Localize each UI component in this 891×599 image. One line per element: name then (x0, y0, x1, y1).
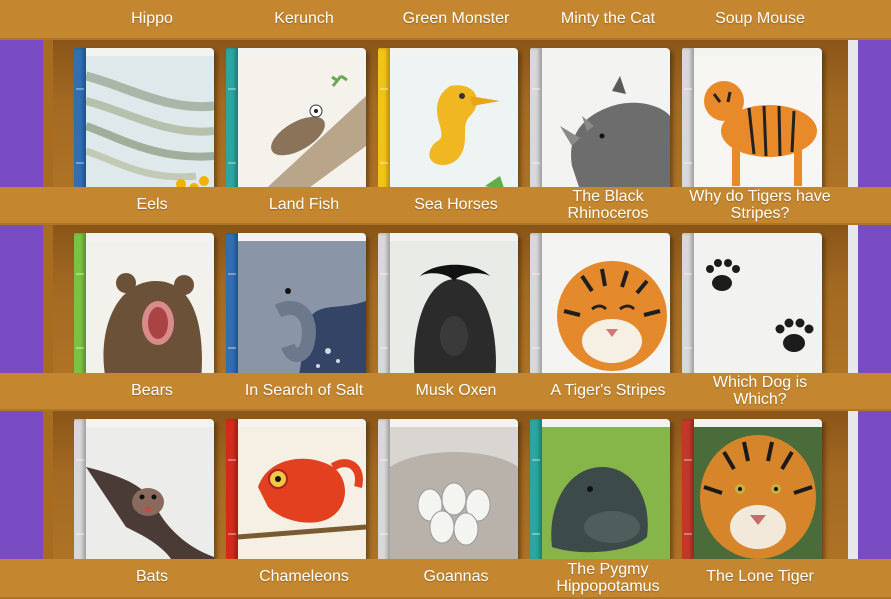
book-musk-oxen[interactable] (378, 233, 518, 381)
paw-prints-illustration (694, 241, 822, 381)
mudskipper-illustration (238, 56, 366, 196)
book-why-tigers-stripes[interactable] (682, 48, 822, 196)
eels-illustration (86, 56, 214, 196)
book-spine (682, 419, 694, 567)
book-title-musk-oxen[interactable]: Musk Oxen (381, 382, 531, 399)
shelf-row-1-label-bar: Eels Land Fish Sea Horses The Black Rhin… (0, 187, 891, 225)
book-spine (378, 419, 390, 567)
pygmy-hippo-illustration (542, 427, 670, 567)
book-spine (682, 48, 694, 196)
book-spine (682, 233, 694, 381)
goanna-eggs-illustration (390, 427, 518, 567)
book-title-in-search-of-salt[interactable]: In Search of Salt (229, 382, 379, 399)
chameleon-illustration (238, 427, 366, 567)
book-spine (378, 48, 390, 196)
shelf-row-3-label-bar: Bats Chameleons Goannas The Pygmy Hippop… (0, 559, 891, 599)
top-label-kerunch[interactable]: Kerunch (229, 10, 379, 27)
book-title-land-fish[interactable]: Land Fish (229, 196, 379, 213)
book-land-fish[interactable] (226, 48, 366, 196)
book-title-a-tigers-stripes[interactable]: A Tiger's Stripes (533, 382, 683, 399)
book-title-sea-horses[interactable]: Sea Horses (381, 196, 531, 213)
book-sea-horses[interactable] (378, 48, 518, 196)
book-goannas[interactable] (378, 419, 518, 567)
book-spine (378, 233, 390, 381)
book-black-rhinoceros[interactable] (530, 48, 670, 196)
book-spine (226, 419, 238, 567)
book-the-lone-tiger[interactable] (682, 419, 822, 567)
book-title-black-rhinoceros[interactable]: The Black Rhinoceros (533, 188, 683, 222)
book-in-search-of-salt[interactable] (226, 233, 366, 381)
bookshelf-right-post (848, 40, 858, 560)
book-spine (530, 233, 542, 381)
book-pygmy-hippopotamus[interactable] (530, 419, 670, 567)
book-title-why-tigers-stripes[interactable]: Why do Tigers have Stripes? (685, 188, 835, 222)
seahorse-illustration (390, 56, 518, 196)
shelf-row-2-label-bar: Bears In Search of Salt Musk Oxen A Tige… (0, 373, 891, 411)
tiger-illustration (694, 56, 822, 196)
book-spine (226, 233, 238, 381)
book-title-which-dog[interactable]: Which Dog is Which? (685, 374, 835, 408)
book-title-the-lone-tiger[interactable]: The Lone Tiger (685, 568, 835, 585)
book-which-dog[interactable] (682, 233, 822, 381)
musk-ox-illustration (390, 241, 518, 381)
book-eels[interactable] (74, 48, 214, 196)
right-margin (855, 40, 891, 560)
book-title-bats[interactable]: Bats (77, 568, 227, 585)
book-spine (530, 419, 542, 567)
top-label-soup-mouse[interactable]: Soup Mouse (685, 10, 835, 27)
book-title-bears[interactable]: Bears (77, 382, 227, 399)
book-bears[interactable] (74, 233, 214, 381)
lone-tiger-illustration (694, 427, 822, 567)
book-spine (74, 48, 86, 196)
tiger-face-illustration (542, 241, 670, 381)
book-title-chameleons[interactable]: Chameleons (229, 568, 379, 585)
book-a-tigers-stripes[interactable] (530, 233, 670, 381)
book-title-pygmy-hippopotamus[interactable]: The Pygmy Hippopotamus (533, 561, 683, 595)
book-spine (226, 48, 238, 196)
bookshelf-left-post (43, 40, 53, 560)
left-margin (0, 40, 43, 560)
book-chameleons[interactable] (226, 419, 366, 567)
top-label-hippo[interactable]: Hippo (77, 10, 227, 27)
bear-illustration (86, 241, 214, 381)
book-title-eels[interactable]: Eels (77, 196, 227, 213)
book-spine (74, 419, 86, 567)
top-label-minty-the-cat[interactable]: Minty the Cat (533, 10, 683, 27)
book-bats[interactable] (74, 419, 214, 567)
top-label-green-monster[interactable]: Green Monster (381, 10, 531, 27)
book-title-goannas[interactable]: Goannas (381, 568, 531, 585)
book-spine (530, 48, 542, 196)
bat-illustration (86, 427, 214, 567)
top-shelf-label-bar: Hippo Kerunch Green Monster Minty the Ca… (0, 0, 891, 40)
elephant-illustration (238, 241, 366, 381)
rhinoceros-illustration (542, 56, 670, 196)
book-spine (74, 233, 86, 381)
